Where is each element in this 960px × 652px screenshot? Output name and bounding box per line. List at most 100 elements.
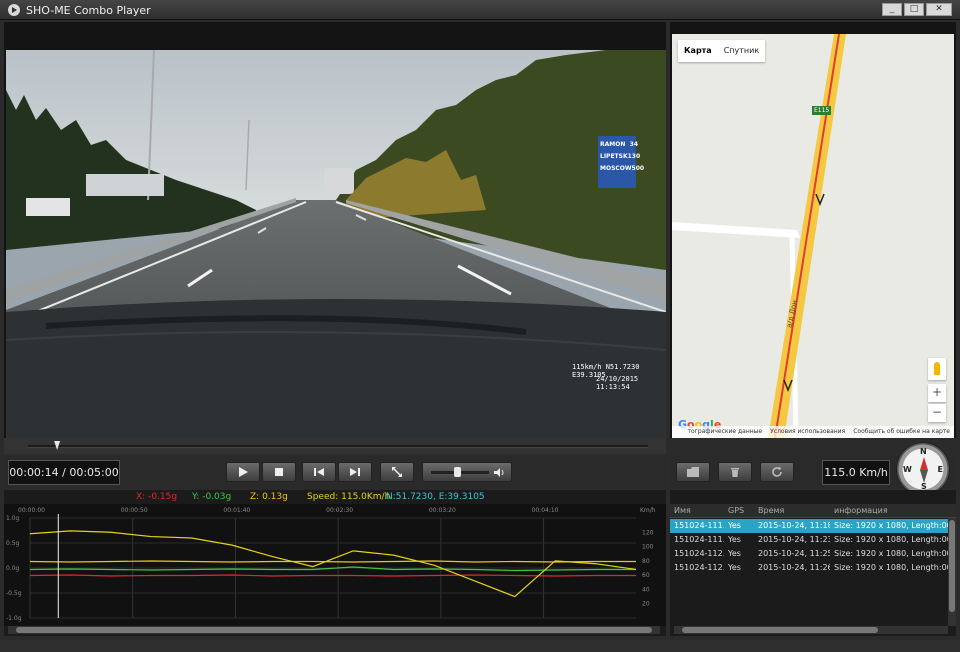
speed-tick-label: 20 <box>642 601 650 608</box>
refresh-icon <box>772 466 782 477</box>
player-controls: 00:00:14 / 00:05:00 <box>4 456 666 490</box>
file-cell-gps: Yes <box>728 563 741 572</box>
sensor-graph-panel: X: -0.15g Y: -0.03g Z: 0.13g Speed: 115.… <box>4 490 666 636</box>
volume-control[interactable] <box>422 462 512 482</box>
file-cell-info: Size: 1920 x 1080, Length:00:0 <box>834 535 948 544</box>
file-cell-name: 151024-112… <box>674 549 724 558</box>
speed-tick-label: 80 <box>642 558 650 565</box>
speed-tick-label: 100 <box>642 544 654 551</box>
series-line-speed <box>29 530 637 598</box>
status-bar <box>0 640 960 652</box>
file-list-scrollbar[interactable] <box>948 518 956 626</box>
series-line-x <box>29 574 636 577</box>
file-list-header: Имя GPS Время информация <box>670 504 956 518</box>
map-controls: 115.0 Km/h N S E W <box>670 442 956 496</box>
compass-w: W <box>903 465 912 474</box>
sign-city-1: RAMON <box>600 141 626 148</box>
window-title: SHO-ME Combo Player <box>26 4 151 17</box>
file-row[interactable]: 151024-111… Yes 2015-10-24, 11:18 Size: 192… <box>670 519 948 533</box>
time-tick-label: 00:01:40 <box>223 507 250 514</box>
previous-button[interactable] <box>302 462 336 482</box>
dashcam-scene <box>6 50 666 444</box>
folder-icon <box>687 467 699 477</box>
speaker-icon[interactable] <box>493 467 505 478</box>
maximize-button[interactable]: □ <box>904 3 924 16</box>
zoom-in-button[interactable]: + <box>928 384 946 402</box>
zoom-out-button[interactable]: − <box>928 404 946 422</box>
map-report-link[interactable]: Сообщить об ошибке на карте <box>853 426 950 438</box>
seek-bar[interactable] <box>4 438 666 454</box>
file-cell-info: Size: 1920 x 1080, Length:00:0 <box>834 563 948 572</box>
graph-scroll-thumb[interactable] <box>16 627 652 633</box>
map-data-link[interactable]: тографические данные <box>688 426 763 438</box>
col-header-time[interactable]: Время <box>758 504 828 518</box>
map-terms-link[interactable]: Условия использования <box>770 426 845 438</box>
stop-button[interactable] <box>262 462 296 482</box>
legend-x: X: -0.15g <box>136 492 178 502</box>
g-tick-label: 0.0g <box>6 565 20 572</box>
tab-map[interactable]: Карта <box>678 40 718 62</box>
file-list-hscrollbar[interactable] <box>674 626 948 634</box>
map-view[interactable]: Карта Спутник E115 а/д Дон + − Google то… <box>672 34 954 438</box>
g-tick-label: -1.0g <box>6 615 22 622</box>
video-frame[interactable]: 115km/h N51.7230 E39.3105 24/10/2015 11:… <box>6 50 666 444</box>
refresh-button[interactable] <box>760 462 794 482</box>
map-footer: тографические данные Условия использован… <box>672 426 954 438</box>
fullscreen-button[interactable] <box>380 462 414 482</box>
compass-needle <box>920 457 928 483</box>
col-header-info[interactable]: информация <box>834 504 948 518</box>
window-controls: _ □ ✕ <box>882 3 952 16</box>
speed-display: 115.0 Km/h <box>822 460 890 485</box>
file-row[interactable]: 151024-111… Yes 2015-10-24, 11:23 Size: 192… <box>670 533 948 547</box>
stop-icon <box>275 468 283 476</box>
file-list-hscroll-thumb[interactable] <box>682 627 878 633</box>
seek-track[interactable] <box>28 445 648 448</box>
close-button[interactable]: ✕ <box>926 3 952 16</box>
tab-satellite[interactable]: Спутник <box>718 40 765 62</box>
play-icon <box>239 467 248 477</box>
compass-icon: N S E W <box>896 442 950 496</box>
graph-area[interactable]: 00:00:00 00:00:50 00:01:40 00:02:30 00:03:20… <box>4 504 666 626</box>
file-row[interactable]: 151024-112… Yes 2015-10-24, 11:26 Size: 192… <box>670 561 948 575</box>
time-tick-label: 00:00:00 <box>18 507 45 514</box>
time-tick-label: 00:04:10 <box>532 507 559 514</box>
col-header-gps[interactable]: GPS <box>728 504 756 518</box>
file-list-scroll-thumb[interactable] <box>949 520 955 612</box>
delete-button[interactable] <box>718 462 752 482</box>
play-button[interactable] <box>226 462 260 482</box>
folder-button[interactable] <box>676 462 710 482</box>
fullscreen-icon <box>392 467 402 477</box>
series-line-z <box>29 560 636 563</box>
file-cell-name: 151024-111… <box>674 535 724 544</box>
volume-handle[interactable] <box>454 467 462 477</box>
video-panel: 115km/h N51.7230 E39.3105 24/10/2015 11:… <box>4 22 666 444</box>
file-cell-name: 151024-111… <box>674 521 724 530</box>
speed-tick-label: 60 <box>642 572 650 579</box>
graph-scrollbar[interactable] <box>8 626 660 634</box>
prev-icon <box>314 468 324 476</box>
compass-n: N <box>920 447 927 456</box>
minimize-button[interactable]: _ <box>882 3 902 16</box>
file-cell-time: 2015-10-24, 11:26 <box>758 563 830 572</box>
col-header-name[interactable]: Имя <box>674 504 724 518</box>
next-icon <box>350 468 360 476</box>
time-display: 00:00:14 / 00:05:00 <box>8 460 120 485</box>
speed-unit-label: Km/h <box>640 507 656 514</box>
compass-e: E <box>937 465 943 474</box>
file-cell-time: 2015-10-24, 11:18 <box>758 521 830 530</box>
legend-coords: N:51.7230, E:39.3105 <box>386 492 485 502</box>
sign-city-2: LIPETSK <box>600 153 628 160</box>
file-cell-time: 2015-10-24, 11:25 <box>758 549 830 558</box>
file-cell-name: 151024-112… <box>674 563 724 572</box>
sign-distance-3: 500 <box>631 165 645 172</box>
road-sign: RAMON 34 LIPETSK 130 MOSCOW 500 <box>600 139 644 175</box>
file-cell-info: Size: 1920 x 1080, Length:00:0 <box>834 549 948 558</box>
g-tick-label: 1.0g <box>6 515 20 522</box>
file-row[interactable]: 151024-112… Yes 2015-10-24, 11:25 Size: 192… <box>670 547 948 561</box>
time-tick-label: 00:02:30 <box>326 507 353 514</box>
street-view-icon[interactable] <box>928 358 946 380</box>
video-overlay-datetime: 24/10/2015 11:13:54 <box>596 375 639 391</box>
map-roads <box>672 34 846 438</box>
next-button[interactable] <box>338 462 372 482</box>
file-cell-gps: Yes <box>728 535 741 544</box>
